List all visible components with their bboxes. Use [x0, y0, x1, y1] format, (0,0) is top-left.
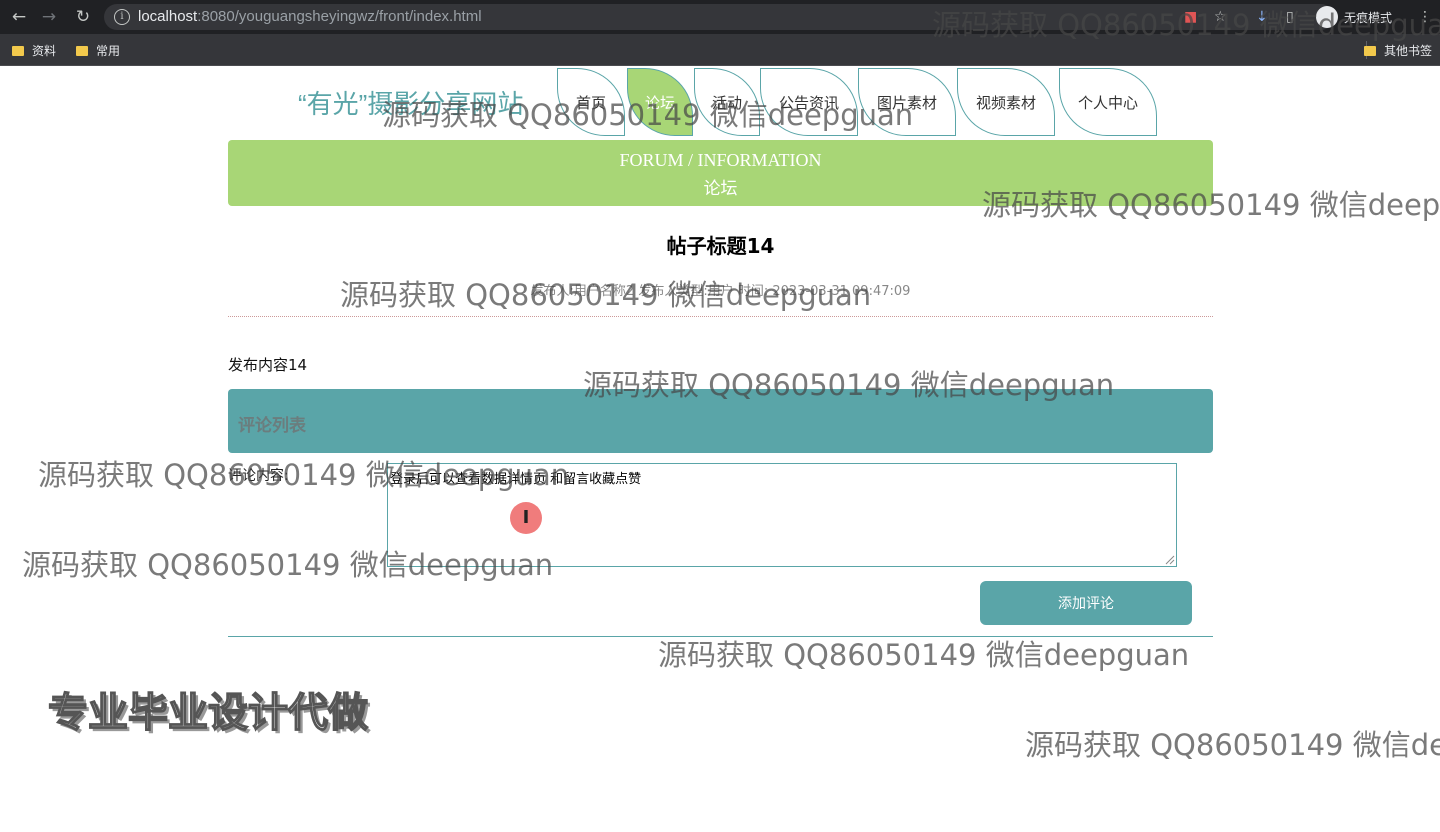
star-icon[interactable]: ☆: [1214, 8, 1227, 26]
post-title: 帖子标题14: [666, 234, 775, 258]
url-text: localhost:8080/youguangsheyingwz/front/i…: [138, 8, 482, 25]
banner-chinese-title: 论坛: [703, 179, 738, 199]
post-content: 发布内容14: [228, 356, 308, 374]
back-arrow-icon[interactable]: ←: [8, 6, 30, 28]
promo-text: 专业毕业设计代做: [47, 689, 369, 737]
watermark: 源码获取 QQ86050149 微信deepguan: [658, 638, 1190, 672]
add-comment-button[interactable]: 添加评论: [980, 581, 1192, 625]
nav-tab-home[interactable]: 首页: [557, 68, 625, 136]
post-meta: 发布人:用户名称2 发布人类型:用户 时间: 2023-03-31 09:47:…: [530, 284, 911, 299]
forward-arrow-icon[interactable]: →: [38, 6, 60, 28]
nav-tab-news[interactable]: 公告资讯: [760, 68, 858, 136]
comment-list-header: 评论列表: [228, 389, 1213, 453]
reload-icon[interactable]: ↻: [72, 6, 94, 28]
info-icon[interactable]: i: [114, 9, 130, 25]
nav-tab-activity[interactable]: 活动: [694, 68, 760, 136]
download-icon[interactable]: ↓: [1256, 8, 1268, 26]
post-divider: [228, 316, 1213, 317]
section-divider: [228, 636, 1213, 637]
profile-label: 无痕模式: [1344, 11, 1393, 25]
url-host: localhost: [138, 8, 198, 25]
comment-input[interactable]: [387, 463, 1177, 567]
nav-tab-videos[interactable]: 视频素材: [957, 68, 1055, 136]
bookmarks-bar: 资料 常用 其他书签: [0, 34, 1440, 66]
sidepanel-icon[interactable]: ▯: [1286, 8, 1294, 26]
folder-icon: [1364, 46, 1376, 56]
comment-label: 评论内容:: [228, 468, 289, 484]
nav-tab-pictures[interactable]: 图片素材: [858, 68, 956, 136]
text-cursor-icon: I: [510, 502, 542, 534]
menu-icon[interactable]: ⋮: [1418, 8, 1432, 26]
folder-icon: [76, 46, 88, 56]
comment-list-title: 评论列表: [238, 416, 306, 436]
address-bar[interactable]: i localhost:8080/youguangsheyingwz/front…: [104, 4, 1334, 30]
watermark: 源码获取 QQ86050149 微信deepguan: [1025, 728, 1440, 762]
bookmark-folder[interactable]: 资料: [12, 42, 56, 59]
site-logo[interactable]: “有光”摄影分享网站: [298, 84, 523, 121]
nav-tab-forum[interactable]: 论坛: [627, 68, 693, 136]
section-banner: FORUM / INFORMATION 论坛: [228, 140, 1213, 206]
incognito-avatar-icon[interactable]: [1316, 6, 1338, 28]
bookmark-label: 资料: [32, 44, 57, 58]
resize-grip-icon[interactable]: [1164, 554, 1175, 565]
folder-icon: [12, 46, 24, 56]
nav-tab-profile[interactable]: 个人中心: [1059, 68, 1157, 136]
other-bookmarks[interactable]: 其他书签: [1364, 42, 1432, 59]
banner-english-title: FORUM / INFORMATION: [619, 150, 822, 170]
extension-icon[interactable]: ■: [1184, 8, 1197, 26]
browser-toolbar: ← → ↻ i localhost:8080/youguangsheyingwz…: [0, 0, 1440, 34]
url-path: :8080/youguangsheyingwz/front/index.html: [197, 8, 482, 25]
bookmark-label: 其他书签: [1384, 44, 1433, 58]
bookmark-folder[interactable]: 常用: [76, 42, 120, 59]
bookmark-label: 常用: [96, 44, 121, 58]
